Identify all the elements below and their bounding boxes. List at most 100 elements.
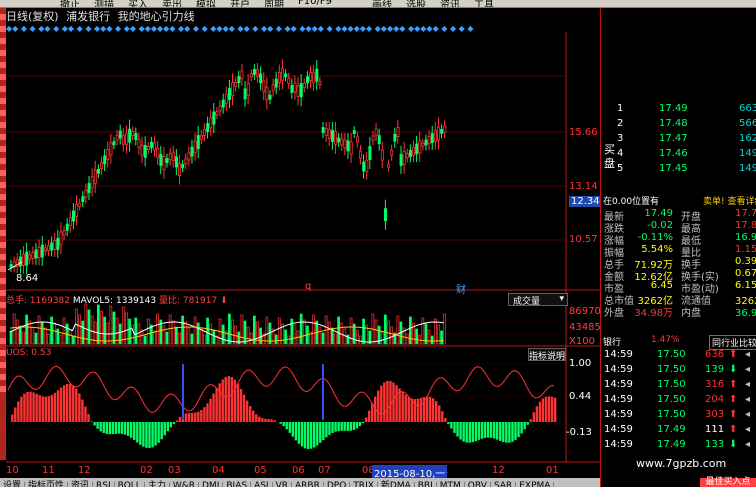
volume-bar (112, 311, 116, 345)
position-alert[interactable]: 在0.00位置有 卖单! 查看详细 (603, 194, 756, 207)
indicator-bar (535, 406, 539, 422)
indicator-bar (38, 395, 41, 422)
indicator-tab[interactable]: 资讯 (68, 482, 94, 487)
indicator-bar (187, 413, 191, 422)
kline-chart[interactable] (0, 0, 600, 487)
candle-body (433, 129, 437, 142)
indicator-tab[interactable]: EXPMA (516, 482, 555, 487)
indicator-tab[interactable]: BBI (415, 482, 437, 487)
indicator-tab[interactable]: SAR (491, 482, 517, 487)
indicator-tab[interactable]: TRIX (350, 482, 378, 487)
volume-bar (12, 313, 16, 345)
candle-body (231, 82, 235, 97)
indicator-bar (444, 418, 447, 422)
order-book-row[interactable]: 1 17.49 663 (601, 103, 756, 118)
indicator-tab[interactable]: 主力 (145, 482, 170, 487)
indicator-bar (230, 377, 234, 422)
indicator-bar (120, 422, 124, 434)
best-buy-point-button[interactable]: 最佳买入点 (700, 478, 756, 487)
indicator-bar (26, 391, 29, 422)
candle-body (268, 94, 272, 100)
indicator-bar (252, 410, 255, 422)
indicator-tab[interactable]: BIAS (223, 482, 252, 487)
volume-bar (299, 313, 303, 345)
indicator-tab[interactable]: W&R (170, 482, 199, 487)
indicator-bar (35, 393, 38, 422)
indicator-bar (11, 414, 14, 422)
stat-row: 总市值3262亿流通值3262亿 (604, 296, 756, 307)
indicator-bar (431, 398, 435, 422)
volume-bar (165, 331, 169, 345)
volume-bar (249, 332, 253, 345)
candle-body (131, 131, 135, 136)
indicator-bar (416, 398, 420, 422)
indicator-bar (215, 388, 218, 422)
candle-body (237, 76, 241, 83)
month-label: 02 (140, 465, 153, 476)
indicator-tab[interactable]: OBV (465, 482, 491, 487)
candle-body (143, 144, 147, 158)
volume-bar (40, 321, 44, 345)
tick-row: 14:59 17.49 111 ⬆ ◂ (604, 424, 751, 435)
volume-bar (146, 318, 150, 345)
order-book-row[interactable]: 4 17.46 149 (601, 148, 756, 163)
candle-body (265, 86, 269, 101)
indicator-tab[interactable]: RSI (93, 482, 115, 487)
indicator-tab[interactable]: 指标页性 (25, 482, 69, 487)
indicator-bar (395, 385, 398, 422)
candle-body (28, 254, 32, 260)
indicator-tab[interactable]: MTM (437, 482, 465, 487)
volume-indicator-select[interactable]: 成交量 ▾ (508, 293, 568, 307)
volume-bar (171, 320, 175, 345)
indicator-bar (136, 422, 139, 443)
indicator-bar (133, 422, 136, 441)
volume-bar (409, 316, 412, 345)
order-book-row[interactable]: 3 17.47 162 (601, 133, 756, 148)
order-book-row[interactable]: 5 17.45 149 (601, 163, 756, 178)
candle-body (121, 134, 125, 145)
indicator-tab[interactable]: DMI (199, 482, 224, 487)
quote-panel: 买盘 1 17.49 663 2 17.48 566 3 17.47 162 4 17.46 149 5… (600, 8, 756, 487)
indicator-bar (453, 422, 456, 433)
candle-body (115, 134, 119, 141)
indicator-tab[interactable]: 新DMA (378, 482, 415, 487)
candle-body (65, 223, 69, 231)
indicator-bar (209, 398, 212, 422)
indicator-tab[interactable]: ASI (251, 482, 273, 487)
candle-body (256, 69, 260, 77)
indicator-help-button[interactable]: 指标说明 (528, 348, 566, 362)
volume-bar (433, 318, 437, 345)
indicator-tab[interactable]: BOLL (115, 482, 145, 487)
candle-body (293, 82, 297, 93)
indicator-bar (309, 422, 313, 449)
volume-bar (72, 335, 75, 345)
candle-body (146, 146, 150, 150)
order-book-row[interactable]: 2 17.48 566 (601, 118, 756, 133)
indicator-bar (99, 422, 102, 432)
volume-axis-label: 86970 (569, 306, 601, 317)
indicator-tab-bar[interactable]: 设置 指标页性 资讯 RSI BOLL 主力 W&R DMI BIAS ASI VR ARBR DPO T… (0, 478, 600, 487)
candle-body (40, 244, 44, 258)
candle-body (349, 141, 353, 155)
indicator-tab[interactable]: ARBR (292, 482, 324, 487)
month-label: 11 (42, 465, 55, 476)
indicator-bar (361, 422, 365, 424)
indicator-bar (242, 394, 246, 422)
indicator-tab[interactable]: DPO (324, 482, 351, 487)
indicator-bar (163, 422, 166, 436)
indicator-tab[interactable]: 设置 (0, 482, 26, 487)
indicator-tab[interactable]: VR (273, 482, 293, 487)
volume-axis-label: 43485 (569, 322, 601, 333)
indicator-bar (78, 393, 81, 422)
volume-bar (274, 334, 278, 345)
indicator-bar (203, 407, 206, 422)
volume-bar (121, 306, 125, 345)
volume-bar (59, 334, 63, 345)
indicator-bar (370, 403, 374, 422)
indicator-bar (346, 422, 349, 431)
candle-body (390, 149, 394, 156)
industry-compare-button[interactable]: 同行业比较 (709, 335, 756, 350)
indicator-bar (520, 422, 523, 434)
indicator-bar (553, 397, 557, 422)
indicator-bar (541, 398, 545, 422)
